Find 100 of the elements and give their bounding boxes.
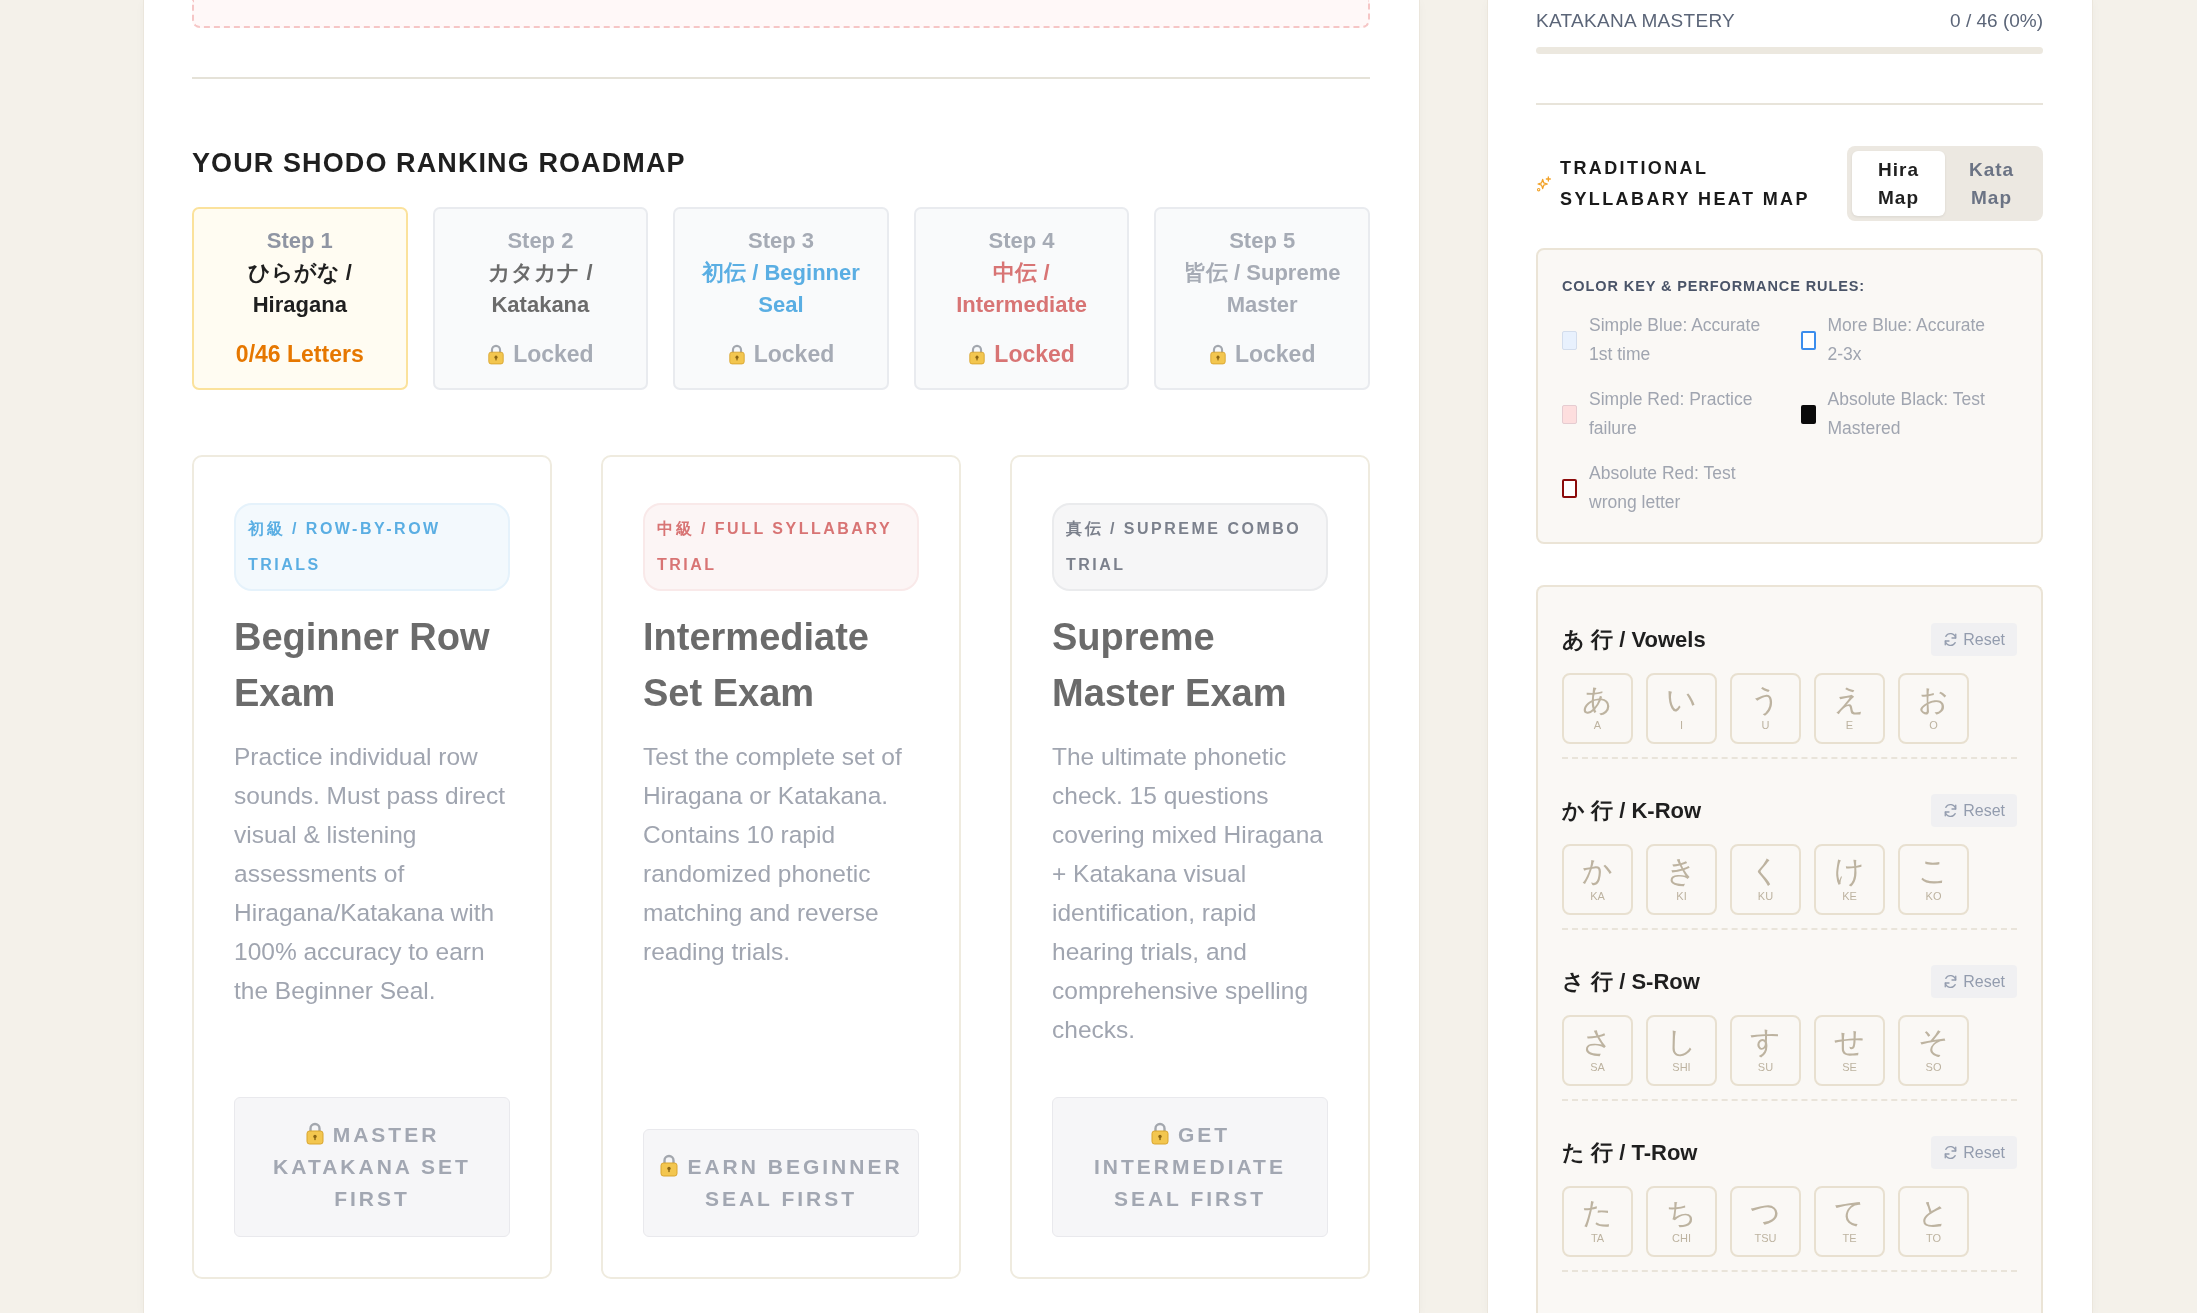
romaji-label: SU xyxy=(1757,1061,1774,1074)
romaji-label: KO xyxy=(1925,890,1942,903)
exam-description: The ultimate phonetic check. 15 questions covering mixed Hiragana + Katakana visual identification, rapid hearing trials, and comprehensive spelling checks. xyxy=(1052,742,1324,1045)
color-key-title: COLOR KEY & PERFORMANCE RULES: xyxy=(1562,277,1867,296)
kana-tile[interactable]: お O xyxy=(1898,673,1969,744)
kana-tile[interactable]: あ A xyxy=(1562,673,1633,744)
lock-icon xyxy=(727,343,746,365)
lock-icon xyxy=(487,343,506,365)
kana-character: か xyxy=(1582,854,1613,888)
romaji-label: KU xyxy=(1757,890,1774,903)
kana-tile[interactable]: そ SO xyxy=(1898,1015,1969,1086)
kana-tile[interactable]: せ SE xyxy=(1814,1015,1885,1086)
legend-label: Simple Red: Practice failure xyxy=(1589,388,1754,440)
row-title: た 行 / T-Row xyxy=(1562,1139,1698,1167)
kana-character: き xyxy=(1666,854,1697,888)
kana-tile[interactable]: て TE xyxy=(1814,1186,1885,1257)
kana-character: そ xyxy=(1918,1025,1949,1059)
romaji-label: KI xyxy=(1676,890,1687,903)
romaji-label: SHI xyxy=(1672,1061,1691,1074)
legend-label: More Blue: Accurate 2-3x xyxy=(1827,314,1987,366)
legend-label: Absolute Red: Test wrong letter xyxy=(1589,462,1737,514)
kana-character: と xyxy=(1918,1196,1949,1230)
step-title: 皆伝 / Supreme Master xyxy=(1182,259,1342,319)
kana-tile[interactable]: し SHI xyxy=(1646,1015,1717,1086)
lock-icon xyxy=(1149,1121,1170,1145)
romaji-label: KA xyxy=(1590,890,1605,903)
step-status: 0/46 Letters xyxy=(235,340,364,369)
kana-tile[interactable]: え E xyxy=(1814,673,1885,744)
kana-character: さ xyxy=(1582,1025,1613,1059)
kana-character: い xyxy=(1666,683,1697,717)
kana-tile[interactable]: つ TSU xyxy=(1730,1186,1801,1257)
romaji-label: SA xyxy=(1590,1061,1605,1074)
mastery-value: 0 / 46 (0%) xyxy=(1950,9,2043,33)
step-label: Step 4 xyxy=(987,227,1056,255)
sparkle-icon xyxy=(1536,174,1552,193)
kana-character: う xyxy=(1750,683,1781,717)
refresh-icon xyxy=(1943,974,1959,989)
lock-icon xyxy=(659,1153,680,1177)
kana-character: せ xyxy=(1834,1025,1865,1059)
kana-tile[interactable]: こ KO xyxy=(1898,844,1969,915)
step-title: ひらがな / Hiragana xyxy=(246,259,353,319)
lock-icon xyxy=(304,1121,325,1145)
kana-tile[interactable]: け KE xyxy=(1814,844,1885,915)
row-title: あ 行 / Vowels xyxy=(1562,626,1706,654)
exam-description: Practice individual row sounds. Must pass direct visual & listening assessments of Hiragana/Katakana with 100% accuracy to earn the Beginner Seal. xyxy=(234,742,506,1006)
reset-button[interactable]: Reset xyxy=(1931,623,2017,656)
kana-character: つ xyxy=(1750,1196,1781,1230)
kana-character: え xyxy=(1834,683,1865,717)
kana-tile[interactable]: す SU xyxy=(1730,1015,1801,1086)
kana-tile[interactable]: い I xyxy=(1646,673,1717,744)
romaji-label: E xyxy=(1845,719,1854,732)
refresh-icon xyxy=(1943,1145,1959,1160)
exam-description: Test the complete set of Hiragana or Katakana. Contains 10 rapid randomized phonetic matching and reverse reading trials. xyxy=(643,742,903,967)
kana-tile[interactable]: か KA xyxy=(1562,844,1633,915)
step-title: 初伝 / Beginner Seal xyxy=(701,259,861,319)
map-tab[interactable]: Kata Map xyxy=(1945,151,2038,216)
romaji-label: TE xyxy=(1842,1232,1857,1245)
exam-title: Supreme Master Exam xyxy=(1052,615,1288,716)
section-heading: YOUR SHODO RANKING ROADMAP xyxy=(192,147,687,180)
romaji-label: SE xyxy=(1842,1061,1857,1074)
refresh-icon xyxy=(1943,803,1959,818)
kana-character: く xyxy=(1750,854,1781,888)
map-tab[interactable]: Hira Map xyxy=(1852,151,1945,216)
reset-button[interactable]: Reset xyxy=(1931,965,2017,998)
kana-tile[interactable]: た TA xyxy=(1562,1186,1633,1257)
romaji-label: CHI xyxy=(1672,1232,1691,1245)
romaji-label: I xyxy=(1679,719,1684,732)
lock-icon xyxy=(1208,343,1227,365)
row-title: か 行 / K-Row xyxy=(1562,797,1702,825)
kana-character: こ xyxy=(1918,854,1949,888)
lock-icon xyxy=(968,343,987,365)
kana-tile[interactable]: き KI xyxy=(1646,844,1717,915)
romaji-label: TA xyxy=(1590,1232,1605,1245)
kana-character: た xyxy=(1582,1196,1613,1230)
exam-tag: 初級 / ROW-BY-ROW TRIALS xyxy=(234,503,510,591)
reset-button[interactable]: Reset xyxy=(1931,794,2017,827)
kana-character: け xyxy=(1834,854,1865,888)
kana-tile[interactable]: と TO xyxy=(1898,1186,1969,1257)
step-label: Step 1 xyxy=(265,227,334,255)
romaji-label: TSU xyxy=(1754,1232,1777,1245)
kana-character: お xyxy=(1918,683,1949,717)
kana-tile[interactable]: う U xyxy=(1730,673,1801,744)
step-status: Locked xyxy=(994,340,1075,369)
step-status: Locked xyxy=(1234,340,1316,369)
kana-character: す xyxy=(1750,1025,1781,1059)
reset-button[interactable]: Reset xyxy=(1931,1136,2017,1169)
exam-tag: 中級 / FULL SYLLABARY TRIAL xyxy=(643,503,919,591)
step-title: カタカナ / Katakana xyxy=(487,259,594,319)
kana-character: し xyxy=(1666,1025,1697,1059)
legend-label: Simple Blue: Accurate 1st time xyxy=(1589,314,1762,366)
romaji-label: O xyxy=(1929,719,1938,732)
kana-tile[interactable]: く KU xyxy=(1730,844,1801,915)
heat-map-title: TRADITIONAL SYLLABARY HEAT MAP xyxy=(1560,156,1811,211)
kana-character: ち xyxy=(1666,1196,1697,1230)
exam-title: Beginner Row Exam xyxy=(234,615,491,716)
row-title: さ 行 / S-Row xyxy=(1562,968,1700,996)
kana-tile[interactable]: ち CHI xyxy=(1646,1186,1717,1257)
kana-tile[interactable]: さ SA xyxy=(1562,1015,1633,1086)
romaji-label: TO xyxy=(1925,1232,1942,1245)
romaji-label: SO xyxy=(1925,1061,1942,1074)
